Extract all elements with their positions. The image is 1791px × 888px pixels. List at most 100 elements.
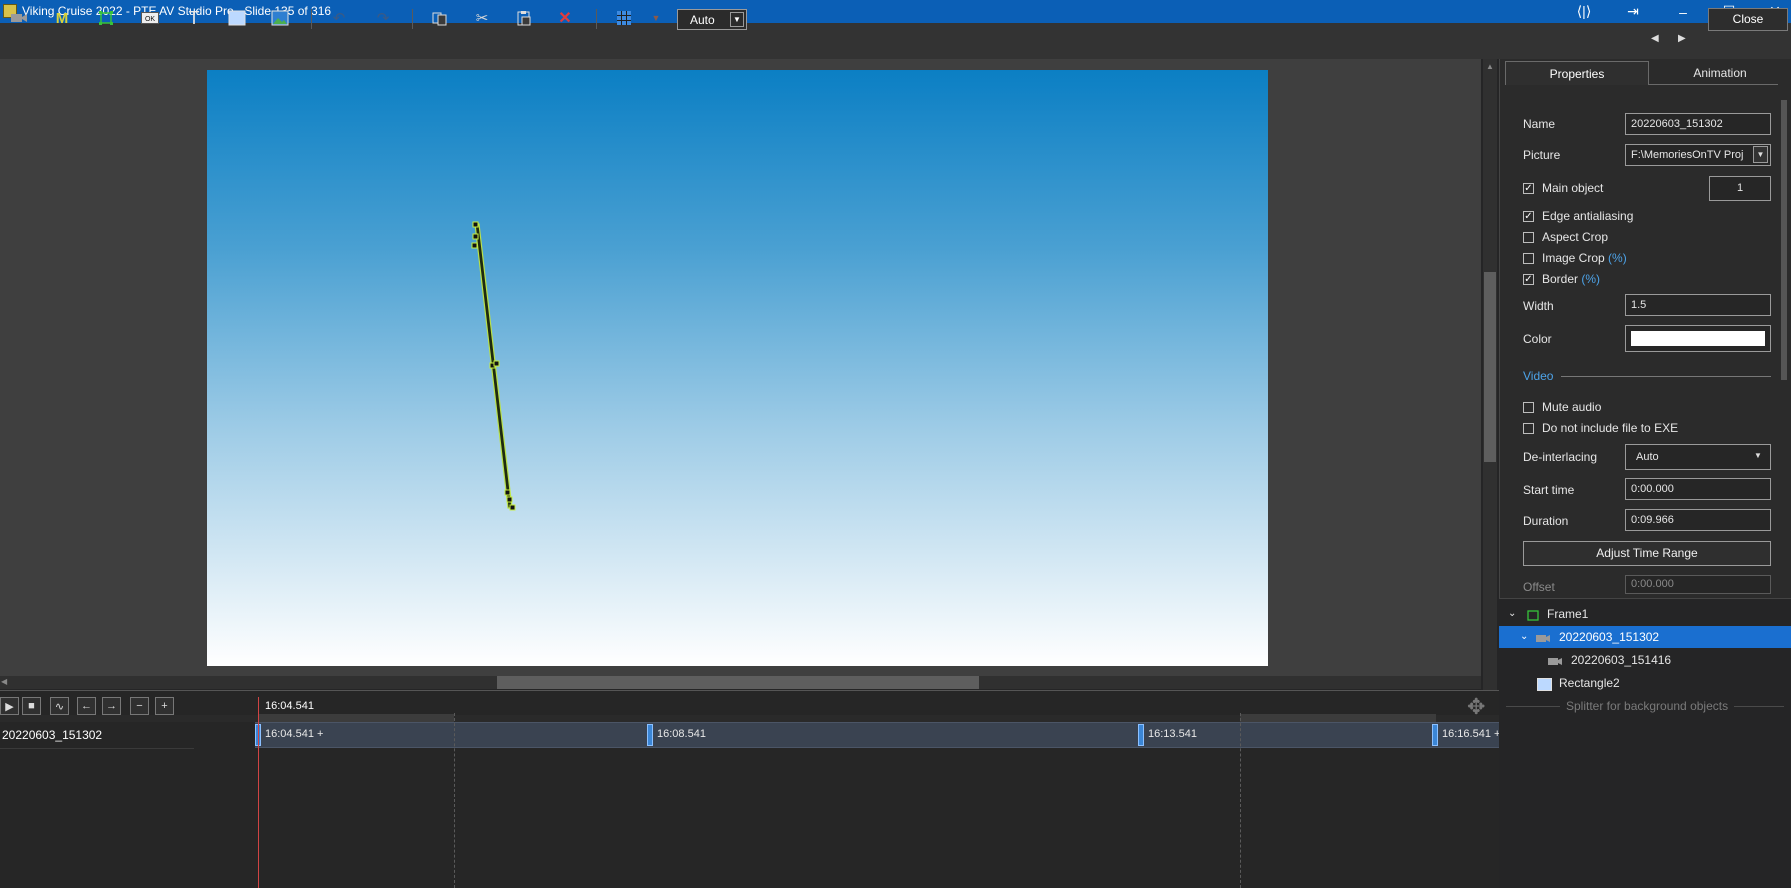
start-time-field[interactable]: 0:00.000	[1625, 478, 1771, 500]
name-label: Name	[1523, 117, 1556, 131]
minimize-button[interactable]: –	[1660, 0, 1706, 23]
slide-preview[interactable]	[207, 70, 1268, 666]
rectangle-icon	[1537, 676, 1552, 691]
ruler-segment	[1240, 714, 1436, 722]
step-back-button[interactable]: ←	[77, 697, 96, 715]
frame-icon[interactable]	[93, 7, 119, 29]
tab-animation[interactable]: Animation	[1650, 61, 1790, 85]
image-crop-label: Image Crop	[1542, 251, 1605, 265]
redo-icon[interactable]: ↷	[370, 7, 396, 29]
image-crop-checkbox[interactable]	[1523, 253, 1534, 264]
horizontal-scroll-thumb[interactable]	[497, 676, 979, 689]
video-icon[interactable]	[6, 7, 32, 29]
tab-properties[interactable]: Properties	[1505, 61, 1649, 85]
deinterlacing-label: De-interlacing	[1523, 450, 1598, 464]
exclude-exe-checkbox[interactable]	[1523, 423, 1534, 434]
zoom-in-button[interactable]: +	[155, 697, 174, 715]
chevron-down-icon[interactable]: ⌄	[1508, 603, 1516, 625]
waveform-button[interactable]: ∿	[50, 697, 69, 715]
exclude-exe-label: Do not include file to EXE	[1542, 421, 1679, 435]
border-checkbox[interactable]: ✓	[1523, 274, 1534, 285]
toolbar-separator	[311, 9, 312, 29]
timeline-gridline	[1240, 713, 1241, 888]
selected-object-outline[interactable]	[207, 70, 1268, 666]
adjust-time-range-button[interactable]: Adjust Time Range	[1523, 541, 1771, 566]
border-percent-link[interactable]: (%)	[1581, 272, 1600, 286]
video-icon	[1535, 630, 1550, 643]
duration-field[interactable]: 0:09.966	[1625, 509, 1771, 531]
image-crop-percent-link[interactable]: (%)	[1608, 251, 1627, 265]
zoom-out-button[interactable]: −	[130, 697, 149, 715]
scroll-left-icon[interactable]: ◀	[1, 677, 7, 686]
keyframe-marker[interactable]	[647, 724, 653, 746]
mute-audio-label: Mute audio	[1542, 400, 1602, 414]
picture-label: Picture	[1523, 148, 1561, 162]
grid-icon[interactable]	[611, 7, 637, 29]
vertical-scroll-thumb[interactable]	[1484, 272, 1496, 462]
fullscreen-toggle-icon[interactable]: ⇥	[1610, 0, 1656, 23]
step-forward-button[interactable]: →	[102, 697, 121, 715]
keyframe-label: 16:04.541 +	[265, 728, 324, 740]
button-icon[interactable]: OK	[137, 7, 163, 29]
next-slide-icon[interactable]: ▶	[1678, 33, 1686, 44]
tab-underline	[1649, 84, 1791, 85]
grid-dropdown-icon[interactable]: ▼	[643, 7, 669, 29]
image-crop-row: Image Crop (%)	[1542, 251, 1627, 265]
close-button[interactable]: Close	[1708, 8, 1788, 31]
timeline-track[interactable]	[255, 722, 1499, 748]
move-handle-icon[interactable]: ✥	[1467, 694, 1485, 720]
video-icon	[1547, 653, 1562, 666]
width-label: Width	[1523, 299, 1554, 313]
delete-icon[interactable]: ✕	[552, 7, 578, 29]
background-splitter[interactable]: Splitter for background objects	[1560, 699, 1735, 713]
chevron-down-icon[interactable]: ⌄	[1520, 626, 1528, 648]
prev-slide-icon[interactable]: ◀	[1651, 33, 1659, 44]
chevron-down-icon[interactable]: ▼	[1753, 146, 1768, 163]
offset-label: Offset	[1523, 580, 1555, 594]
tree-item-label: Frame1	[1547, 607, 1589, 621]
color-label: Color	[1523, 332, 1552, 346]
text-icon[interactable]: T	[181, 7, 207, 29]
tree-item-video-child[interactable]: 20220603_151416	[1499, 649, 1791, 671]
cut-icon[interactable]: ✂	[469, 7, 495, 29]
tree-item-rectangle2[interactable]: Rectangle2	[1499, 672, 1791, 694]
section-divider	[1561, 376, 1771, 377]
copy-icon[interactable]	[427, 7, 453, 29]
rectangle-icon[interactable]	[224, 7, 250, 29]
zoom-select[interactable]: Auto ▼	[677, 9, 747, 30]
timeline-gridline	[454, 713, 455, 888]
tree-item-frame1[interactable]: ⌄ Frame1	[1499, 603, 1791, 625]
playhead[interactable]	[258, 697, 259, 888]
width-field[interactable]: 1.5	[1625, 294, 1771, 316]
play-button[interactable]: ▶	[0, 697, 19, 715]
undo-icon[interactable]: ↶	[326, 7, 352, 29]
tree-item-video-selected[interactable]: ⌄ 20220603_151302	[1499, 626, 1791, 648]
image-icon[interactable]	[267, 7, 293, 29]
main-object-checkbox[interactable]: ✓	[1523, 183, 1534, 194]
zoom-value: Auto	[690, 13, 715, 27]
keyframe-label: 16:13.541	[1148, 728, 1197, 740]
chevron-down-icon: ▼	[1754, 451, 1762, 460]
keyframe-marker[interactable]	[1138, 724, 1144, 746]
tree-item-label: 20220603_151302	[1559, 630, 1660, 644]
mute-audio-checkbox[interactable]	[1523, 402, 1534, 413]
name-field[interactable]: 20220603_151302	[1625, 113, 1771, 135]
keyframe-label: 16:08.541	[657, 728, 706, 740]
stop-button[interactable]: ■	[22, 697, 41, 715]
side-panel-toggle-icon[interactable]: ⟨|⟩	[1561, 0, 1607, 23]
aspect-crop-checkbox[interactable]	[1523, 232, 1534, 243]
offset-field[interactable]: 0:00.000	[1625, 575, 1771, 594]
main-object-index[interactable]: 1	[1709, 176, 1771, 201]
picture-field[interactable]: F:\MemoriesOnTV Proj	[1625, 144, 1771, 166]
mask-icon[interactable]: M	[49, 7, 75, 29]
color-picker[interactable]	[1625, 325, 1771, 352]
border-row: Border (%)	[1542, 272, 1600, 286]
paste-icon[interactable]	[511, 7, 537, 29]
start-time-label: Start time	[1523, 483, 1575, 497]
keyframe-marker[interactable]	[1432, 724, 1438, 746]
toolbar-separator	[596, 9, 597, 29]
deinterlacing-select[interactable]: Auto	[1625, 444, 1771, 470]
panel-scroll-thumb[interactable]	[1781, 100, 1787, 380]
scroll-up-icon[interactable]: ▲	[1486, 62, 1494, 71]
edge-antialiasing-checkbox[interactable]: ✓	[1523, 211, 1534, 222]
